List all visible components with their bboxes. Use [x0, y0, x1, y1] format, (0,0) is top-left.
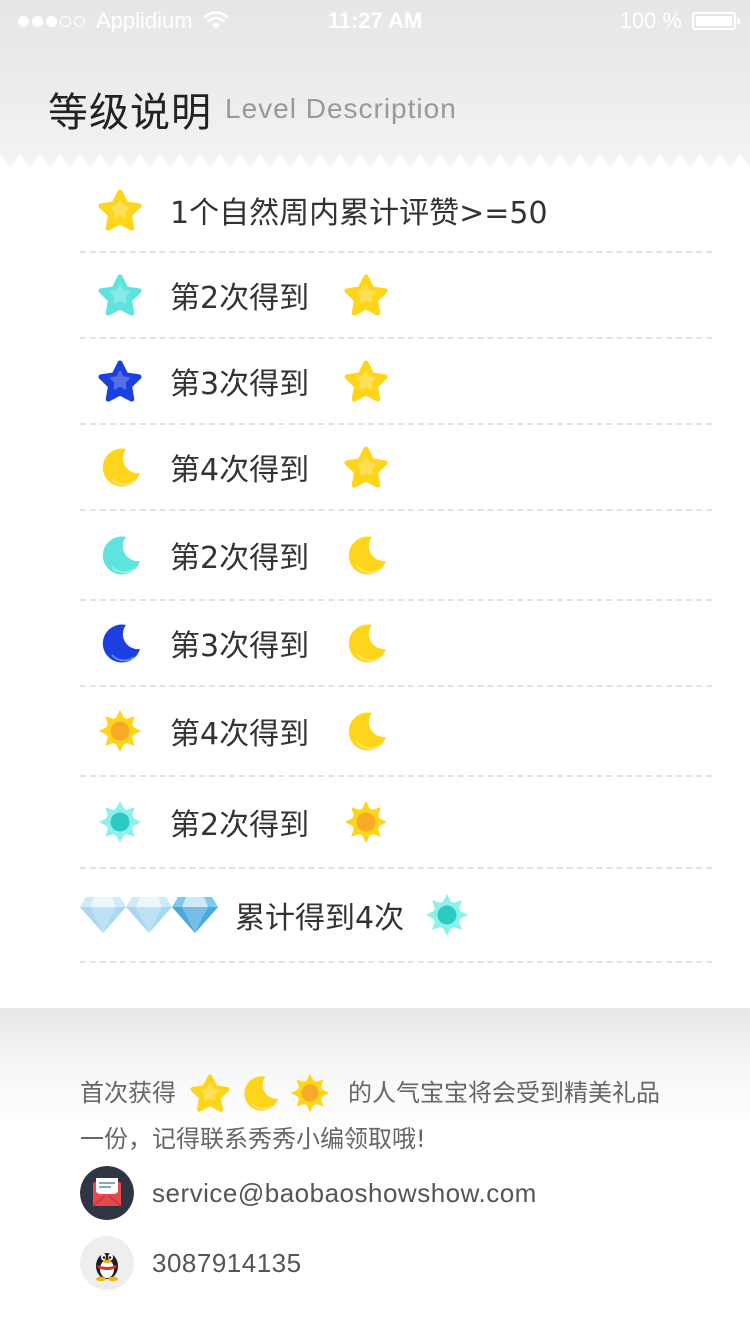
level-row: 第3次得到	[80, 339, 712, 425]
level-text: 第3次得到	[170, 629, 310, 664]
star-yellow-icon	[344, 360, 388, 402]
moon-yellow-icon	[244, 1076, 279, 1111]
sun-yellow-icon	[290, 1073, 330, 1113]
level-text: 第4次得到	[170, 453, 310, 488]
sun-cyan-icon	[426, 894, 468, 936]
moon-cyan-icon	[102, 536, 140, 575]
reward-note: 首次获得 的人气宝宝将会受到精美礼品 一份，记得联系秀秀小编领取哦!	[80, 1070, 700, 1162]
star-yellow-icon	[98, 189, 142, 231]
level-text: 累计得到4次	[235, 901, 405, 936]
note-prefix: 首次获得	[80, 1079, 176, 1107]
level-list: 1个自然周内累计评赞>=50 第2次得到 第3次得到 第4次得到 第2次得到 第…	[80, 168, 712, 963]
qq-contact[interactable]: 3087914135	[80, 1236, 302, 1290]
star-yellow-icon	[344, 446, 388, 488]
email-text[interactable]: service@baobaoshowshow.com	[152, 1178, 537, 1209]
qq-penguin-icon	[80, 1236, 134, 1290]
footer: 首次获得 的人气宝宝将会受到精美礼品 一份，记得联系秀秀小编领取哦! servi	[0, 1008, 750, 1334]
moon-yellow-icon	[102, 448, 140, 487]
level-row: 第4次得到	[80, 687, 712, 777]
level-text: 第2次得到	[170, 281, 310, 316]
level-row: 第3次得到	[80, 601, 712, 687]
battery-percent: 100 %	[619, 8, 682, 33]
page-subtitle: Level Description	[225, 93, 457, 124]
level-row: 第2次得到	[80, 253, 712, 339]
level-row: 第2次得到	[80, 511, 712, 601]
mail-icon	[80, 1166, 134, 1220]
level-text: 第4次得到	[170, 717, 310, 752]
battery-icon	[692, 12, 740, 30]
star-blue-icon	[98, 360, 142, 402]
qq-number[interactable]: 3087914135	[152, 1248, 302, 1279]
note-line2: 一份，记得联系秀秀小编领取哦!	[80, 1125, 426, 1153]
diamond-light-icon	[80, 897, 126, 933]
star-yellow-icon	[190, 1074, 230, 1112]
diamond-light-icon	[126, 897, 172, 933]
sun-cyan-icon	[99, 801, 141, 843]
diamond-blue-icon	[172, 897, 218, 933]
sun-yellow-icon	[99, 710, 141, 752]
moon-blue-icon	[102, 624, 140, 663]
page-title: 等级说明	[48, 90, 212, 136]
level-row: 1个自然周内累计评赞>=50	[80, 168, 712, 253]
email-contact[interactable]: service@baobaoshowshow.com	[80, 1166, 537, 1220]
star-yellow-icon	[344, 274, 388, 316]
level-text: 1个自然周内累计评赞>=50	[170, 195, 548, 231]
moon-yellow-icon	[348, 624, 386, 663]
level-row: 第4次得到	[80, 425, 712, 511]
level-text: 第2次得到	[170, 541, 310, 576]
status-bar: Applidium 11:27 AM 100 %	[0, 0, 750, 44]
level-row: 第2次得到	[80, 777, 712, 869]
star-cyan-icon	[98, 274, 142, 316]
level-text: 第3次得到	[170, 367, 310, 402]
zigzag-edge	[0, 154, 750, 168]
moon-yellow-icon	[348, 536, 386, 575]
level-row-diamonds: 累计得到4次	[80, 869, 712, 963]
moon-yellow-icon	[348, 712, 386, 751]
note-suffix: 的人气宝宝将会受到精美礼品	[348, 1079, 660, 1107]
level-text: 第2次得到	[170, 808, 310, 843]
sun-yellow-icon	[345, 801, 387, 843]
